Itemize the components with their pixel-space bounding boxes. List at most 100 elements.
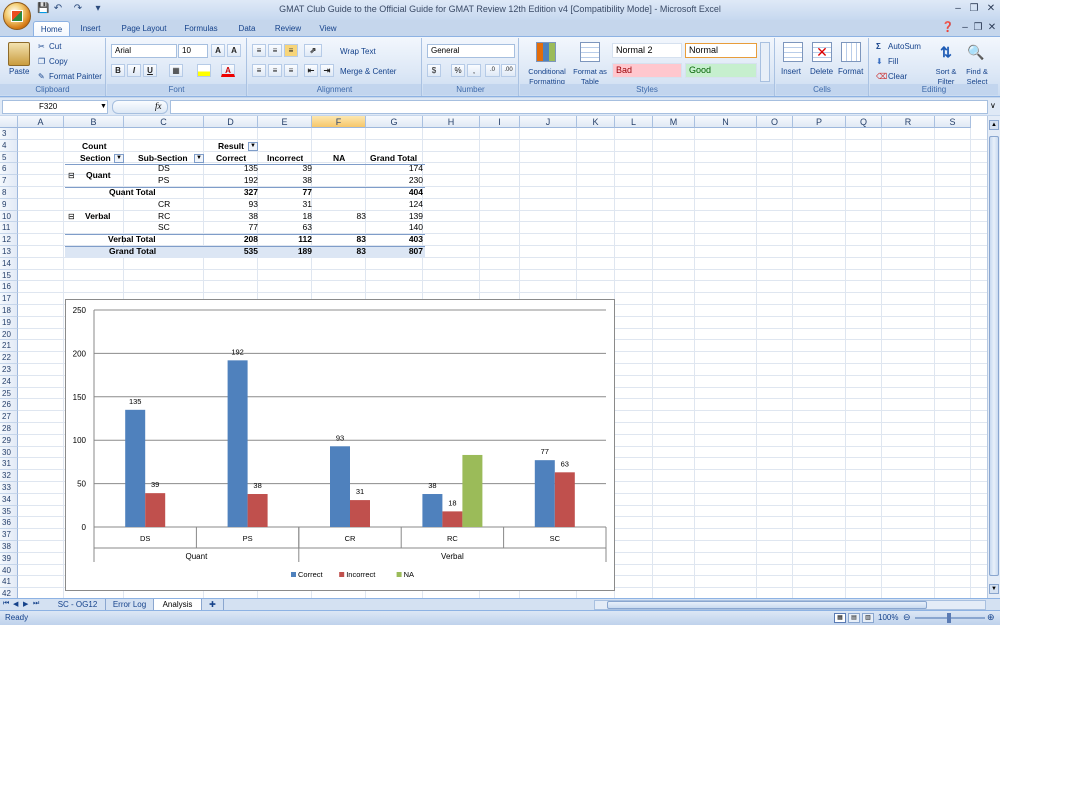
currency-button[interactable]: $	[427, 64, 441, 77]
result-filter-icon[interactable]: ▼	[248, 142, 258, 151]
pivot-value-cell[interactable]: 77	[206, 222, 260, 233]
grow-font-icon[interactable]: A	[211, 44, 225, 57]
tab-view[interactable]: View	[312, 21, 344, 36]
comma-button[interactable]: ,	[467, 64, 481, 77]
wb-close-icon[interactable]: ✕	[985, 21, 999, 35]
row-header[interactable]: 8	[0, 187, 18, 199]
tab-home[interactable]: Home	[33, 21, 70, 36]
format-cells-button[interactable]: Format	[838, 67, 863, 77]
pivot-value-cell[interactable]: 174	[368, 163, 425, 174]
style-good[interactable]: Good	[685, 63, 757, 78]
increase-decimal-button[interactable]: .0	[485, 64, 500, 77]
pivot-value-cell[interactable]: 535	[206, 246, 260, 257]
normal-view-icon[interactable]: ▦	[834, 613, 846, 623]
row-header[interactable]: 26	[0, 399, 18, 412]
cut-button[interactable]: Cut	[49, 42, 61, 52]
tab-page-layout[interactable]: Page Layout	[115, 21, 173, 36]
page-break-view-icon[interactable]: ▥	[862, 613, 874, 623]
formula-input[interactable]	[170, 100, 988, 114]
row-header[interactable]: 3	[0, 128, 18, 140]
first-sheet-icon[interactable]: ⏮	[3, 600, 9, 608]
pivot-value-cell[interactable]: 139	[368, 211, 425, 222]
save-icon[interactable]: 💾	[37, 3, 49, 15]
align-middle-icon[interactable]: ≡	[268, 44, 282, 57]
pivot-value-cell[interactable]: 327	[206, 187, 260, 198]
row-header[interactable]: 15	[0, 269, 18, 282]
row-header[interactable]: 16	[0, 281, 18, 294]
style-bad[interactable]: Bad	[612, 63, 682, 78]
next-sheet-icon[interactable]: ▶	[23, 600, 28, 608]
name-box[interactable]: F320	[2, 100, 108, 114]
pivot-value-cell[interactable]: 83	[314, 234, 368, 245]
worksheet-grid[interactable]: ABCDEFGHIJKLMNOPQRS 3 4 5 6 7 8 9 10 11 12 13 14 15 1…	[0, 116, 987, 598]
column-header[interactable]: M	[653, 116, 695, 128]
pivot-value-cell[interactable]	[314, 222, 368, 233]
column-header[interactable]: D	[204, 116, 258, 128]
expand-formula-icon[interactable]: ∨	[990, 101, 996, 110]
format-painter-button[interactable]: Format Painter	[49, 72, 102, 82]
office-button[interactable]	[3, 2, 31, 30]
row-header[interactable]: 9	[0, 198, 18, 211]
row-header[interactable]: 22	[0, 352, 18, 364]
pivot-value-cell[interactable]: 140	[368, 222, 425, 233]
row-header[interactable]: 23	[0, 364, 18, 376]
conditional-formatting-icon[interactable]	[536, 42, 556, 62]
font-color-icon[interactable]: A	[221, 64, 235, 77]
pivot-value-cell[interactable]: 63	[260, 222, 314, 233]
insert-function-button[interactable]: fx	[155, 101, 162, 111]
row-header[interactable]: 20	[0, 328, 18, 341]
bold-button[interactable]: B	[111, 64, 125, 77]
scroll-down-icon[interactable]: ▼	[989, 584, 999, 594]
row-header[interactable]: 17	[0, 293, 18, 305]
pivot-value-cell[interactable]	[314, 187, 368, 198]
row-header[interactable]: 38	[0, 541, 18, 553]
row-header[interactable]: 40	[0, 564, 18, 577]
row-header[interactable]: 33	[0, 482, 18, 494]
zoom-in-icon[interactable]: ⊕	[987, 612, 995, 623]
orientation-icon[interactable]: ⇗	[304, 44, 322, 57]
row-header[interactable]: 21	[0, 340, 18, 353]
column-header[interactable]: E	[258, 116, 312, 128]
pivot-value-cell[interactable]: 189	[260, 246, 314, 257]
row-header[interactable]: 24	[0, 375, 18, 388]
column-header[interactable]: G	[366, 116, 423, 128]
font-size-select[interactable]: 10	[178, 44, 208, 58]
row-header[interactable]: 29	[0, 434, 18, 447]
column-header[interactable]: N	[695, 116, 757, 128]
pivot-value-cell[interactable]: 208	[206, 234, 260, 245]
row-header[interactable]: 18	[0, 305, 18, 317]
subsection-filter-icon[interactable]: ▼	[194, 154, 204, 163]
sort-filter-icon[interactable]: ⇅	[936, 42, 956, 62]
copy-button[interactable]: Copy	[49, 57, 68, 67]
tab-data[interactable]: Data	[230, 21, 264, 36]
pivot-value-cell[interactable]: 404	[368, 187, 425, 198]
number-format-select[interactable]: General	[427, 44, 515, 58]
horizontal-scrollbar[interactable]	[594, 600, 986, 610]
undo-icon[interactable]: ↶	[52, 3, 64, 15]
row-header[interactable]: 11	[0, 222, 18, 235]
column-header[interactable]: R	[882, 116, 935, 128]
font-name-select[interactable]: Arial	[111, 44, 177, 58]
format-table-icon[interactable]	[580, 42, 600, 62]
fill-color-icon[interactable]	[197, 64, 211, 77]
row-header[interactable]: 10	[0, 210, 18, 223]
pivot-value-cell[interactable]: 230	[368, 175, 425, 186]
row-header[interactable]: 36	[0, 517, 18, 530]
last-sheet-icon[interactable]: ⏭	[33, 600, 39, 608]
row-header[interactable]: 13	[0, 246, 18, 258]
column-header[interactable]: Q	[846, 116, 882, 128]
customize-qat-icon[interactable]: ▾	[92, 3, 104, 15]
pivot-value-cell[interactable]: 192	[206, 175, 260, 186]
copy-icon[interactable]: ❐	[38, 57, 45, 67]
pivot-value-cell[interactable]	[314, 175, 368, 186]
pivot-value-cell[interactable]: 77	[260, 187, 314, 198]
column-header[interactable]: B	[64, 116, 124, 128]
styles-gallery-scroll[interactable]	[760, 42, 770, 82]
collapse-quant-icon[interactable]: ⊟	[68, 171, 75, 180]
pivot-value-cell[interactable]: 18	[260, 211, 314, 222]
pivot-value-cell[interactable]: 31	[260, 199, 314, 210]
row-header[interactable]: 27	[0, 411, 18, 423]
percent-button[interactable]: %	[451, 64, 465, 77]
pivot-value-cell[interactable]: 39	[260, 163, 314, 174]
column-header[interactable]: S	[935, 116, 971, 128]
